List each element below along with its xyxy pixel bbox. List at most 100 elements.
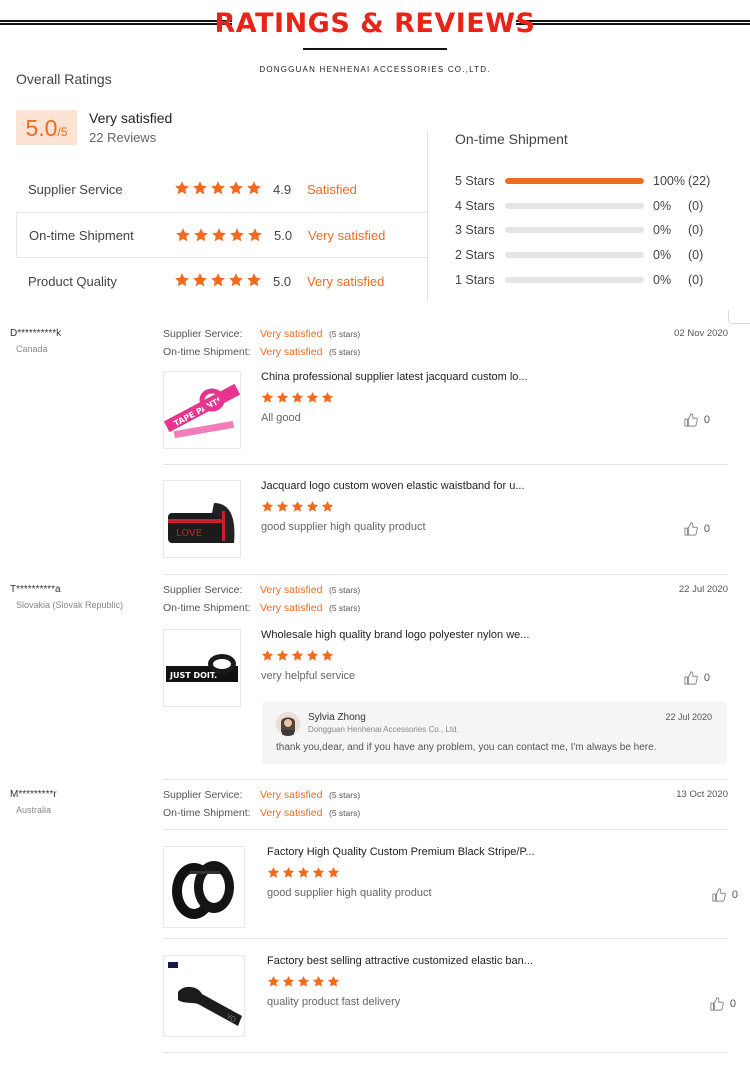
star-icon <box>282 975 295 988</box>
like-count: 0 <box>729 998 736 1010</box>
supplier-service-value: Very satisfied <box>260 789 323 801</box>
thumbs-up-icon <box>712 888 726 902</box>
product-divider <box>163 938 728 939</box>
star-icon <box>192 180 208 196</box>
star-icon <box>267 975 280 988</box>
shipment-stars: (5 stars) <box>329 603 361 613</box>
reviewer-country: Australia <box>16 805 52 815</box>
reply-date: 22 Jul 2020 <box>665 712 712 722</box>
reply-text: thank you,dear, and if you have any prob… <box>276 742 657 753</box>
distribution-count: (0) <box>688 198 704 213</box>
company-name: DONGGUAN HENHENAI ACCESSORIES CO.,LTD. <box>259 65 491 74</box>
product-thumbnail[interactable]: YO <box>163 955 245 1037</box>
distribution-percent: 0% <box>653 198 672 213</box>
review-comment: quality product fast delivery <box>267 996 401 1008</box>
like-button[interactable]: 0 <box>684 522 710 536</box>
review-comment: good supplier high quality product <box>267 887 432 899</box>
like-button[interactable]: 0 <box>710 997 736 1011</box>
metric-score: 5.0 <box>273 273 292 289</box>
star-icon <box>229 227 245 243</box>
distribution-percent: 100% <box>653 174 685 188</box>
product-image: YO <box>168 962 242 1026</box>
shipment-value: Very satisfied <box>260 807 323 819</box>
product-divider <box>163 464 728 465</box>
supplier-service-stars: (5 stars) <box>329 329 361 339</box>
title-underline <box>303 48 447 50</box>
shipment-heading: On-time Shipment <box>455 131 568 147</box>
thumbs-up-icon <box>684 522 698 536</box>
shipment-stars: (5 stars) <box>329 808 361 818</box>
review-divider <box>163 779 728 780</box>
product-title[interactable]: Jacquard logo custom woven elastic waist… <box>261 480 525 492</box>
product-thumbnail[interactable]: JUST DOIT. <box>163 629 241 707</box>
product-divider <box>163 829 728 830</box>
star-rating <box>261 391 334 404</box>
supplier-reply: Sylvia Zhong Dongguan Henhenai Accessori… <box>262 702 727 764</box>
product-title[interactable]: Factory best selling attractive customiz… <box>267 955 533 967</box>
distribution-label: 3 Stars <box>455 223 495 238</box>
metric-rating-text: Very satisfied <box>307 273 385 289</box>
supplier-service-stars: (5 stars) <box>329 790 361 800</box>
star-icon <box>321 391 334 404</box>
distribution-bar <box>505 227 644 234</box>
star-icon <box>193 227 209 243</box>
star-icon <box>291 500 304 513</box>
metric-score: 4.9 <box>273 181 292 197</box>
page-header: RATINGS & REVIEWS DONGGUAN HENHENAI ACCE… <box>0 0 750 80</box>
star-icon <box>306 500 319 513</box>
reviewer-country: Canada <box>16 344 48 354</box>
distribution-bar <box>505 202 644 209</box>
reply-company: Dongguan Henhenai Accessories Co., Ltd. <box>308 725 459 734</box>
star-icon <box>312 866 325 879</box>
overall-score-badge: 5.0 /5 <box>16 110 77 145</box>
product-thumbnail[interactable]: TAPE PANTS <box>163 371 241 449</box>
metric-rating-text: Very satisfied <box>308 227 386 243</box>
like-button[interactable]: 0 <box>684 671 710 685</box>
star-icon <box>192 272 208 288</box>
star-rating <box>261 500 334 513</box>
page-title: RATINGS & REVIEWS <box>214 8 536 39</box>
star-rating <box>174 180 262 196</box>
product-thumbnail[interactable]: LOVE <box>163 480 241 558</box>
review-date: 02 Nov 2020 <box>674 328 728 339</box>
star-icon <box>276 500 289 513</box>
shipment-stars: (5 stars) <box>329 347 361 357</box>
metric-label: Product Quality <box>28 273 117 289</box>
distribution-bar <box>505 276 644 283</box>
star-icon <box>276 391 289 404</box>
distribution-label: 1 Stars <box>455 272 495 287</box>
star-rating <box>175 227 263 243</box>
shipment-label: On-time Shipment: <box>163 346 251 358</box>
supplier-service-value: Very satisfied <box>260 328 323 340</box>
product-thumbnail[interactable] <box>163 846 245 928</box>
star-icon <box>261 500 274 513</box>
star-icon <box>211 227 227 243</box>
star-icon <box>247 227 263 243</box>
star-icon <box>261 649 274 662</box>
star-icon <box>291 391 304 404</box>
product-title[interactable]: Factory High Quality Custom Premium Blac… <box>267 846 535 858</box>
product-title[interactable]: Wholesale high quality brand logo polyes… <box>261 629 529 641</box>
star-icon <box>210 180 226 196</box>
distribution-count: (0) <box>688 272 704 287</box>
star-icon <box>276 649 289 662</box>
thumbs-up-icon <box>710 997 724 1011</box>
star-icon <box>246 180 262 196</box>
overall-score: 5.0 <box>25 115 58 141</box>
supplier-service-rating: Supplier Service: Very satisfied (5 star… <box>163 789 360 801</box>
like-button[interactable]: 0 <box>712 888 738 902</box>
overall-ratings-heading: Overall Ratings <box>16 71 112 87</box>
star-icon <box>327 975 340 988</box>
like-button[interactable]: 0 <box>684 413 710 427</box>
distribution-count: (22) <box>688 174 711 188</box>
distribution-label: 5 Stars <box>455 174 495 188</box>
product-title[interactable]: China professional supplier latest jacqu… <box>261 371 528 383</box>
product-image <box>172 861 234 919</box>
star-icon <box>174 272 190 288</box>
star-icon <box>327 866 340 879</box>
metric-on-time-shipment[interactable]: On-time Shipment 5.0 Very satisfied <box>16 212 428 258</box>
collapse-tab[interactable] <box>728 310 750 324</box>
reviewer-name: M*********r <box>10 789 57 800</box>
distribution-percent: 0% <box>653 248 672 263</box>
star-icon <box>282 866 295 879</box>
